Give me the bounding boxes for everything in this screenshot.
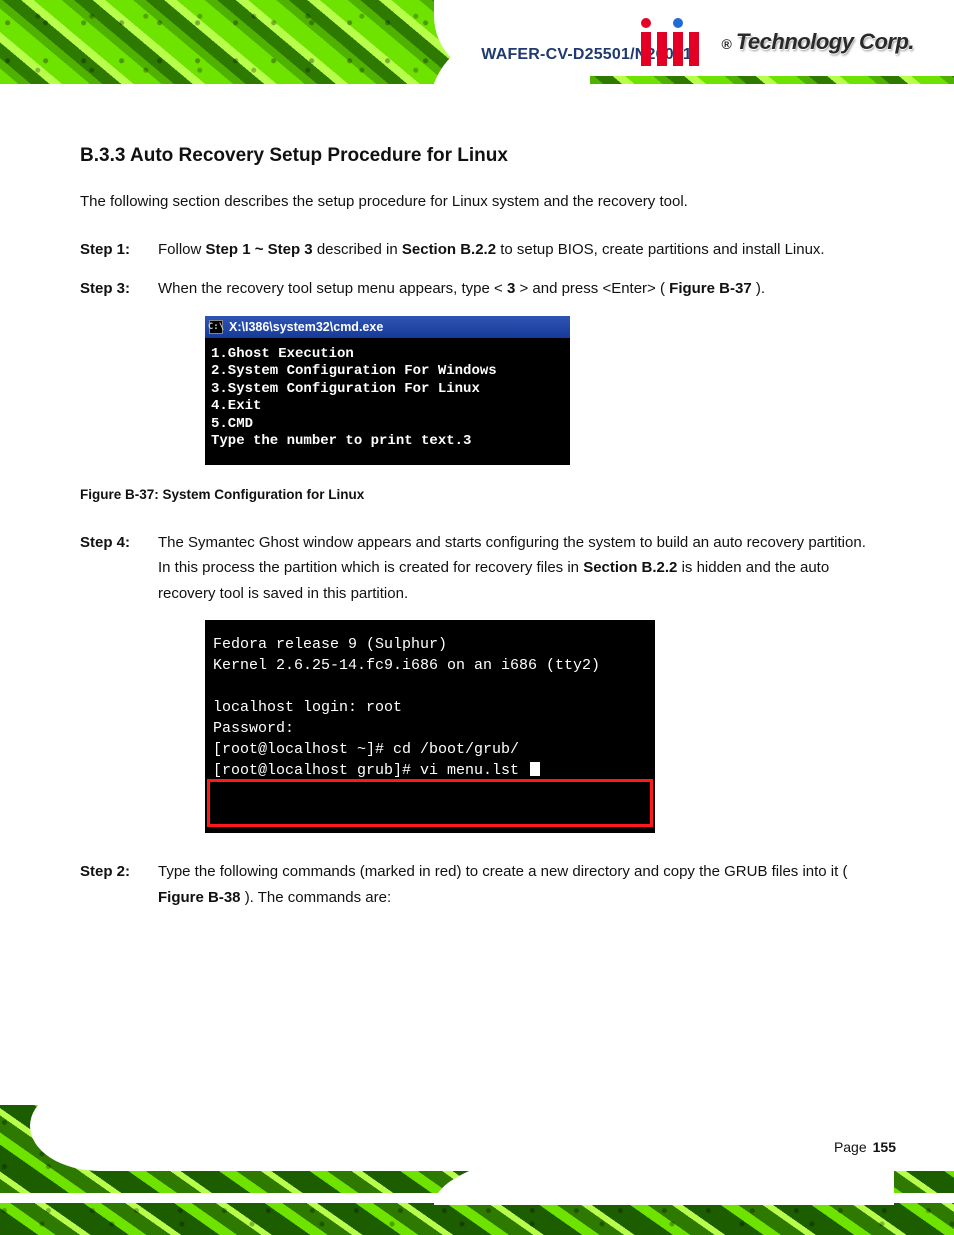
step-1-text: Follow bbox=[158, 241, 206, 258]
step-2: Step 2: Type the following commands (mar… bbox=[80, 859, 874, 910]
cmd-line: 3.System Configuration For Linux bbox=[211, 381, 480, 397]
step-3-text: > and press <Enter> ( bbox=[519, 280, 665, 297]
tty-line: Fedora release 9 (Sulphur) bbox=[213, 636, 447, 653]
step-1-ref-section: Section B.2.2 bbox=[402, 241, 496, 258]
step-1-text: to setup BIOS, create partitions and ins… bbox=[500, 241, 824, 258]
iei-logo-icon bbox=[641, 18, 711, 66]
header-divider bbox=[0, 84, 954, 96]
step-1-label: Step 1: bbox=[80, 237, 148, 263]
cmd-line: 2.System Configuration For Windows bbox=[211, 363, 497, 379]
step-2-figure-ref: Figure B-38 bbox=[158, 889, 241, 906]
red-highlight-box bbox=[207, 779, 653, 827]
cmd-line: 5.CMD bbox=[211, 416, 253, 432]
linux-terminal-screenshot: Fedora release 9 (Sulphur) Kernel 2.6.25… bbox=[205, 620, 655, 833]
section-title-text: Auto Recovery Setup Procedure for Linux bbox=[130, 145, 508, 166]
page-number-value: 155 bbox=[873, 1139, 896, 1155]
step-4: Step 4: The Symantec Ghost window appear… bbox=[80, 530, 874, 607]
step-4-section-ref: Section B.2.2 bbox=[583, 559, 677, 576]
step-3: Step 3: When the recovery tool setup men… bbox=[80, 276, 874, 302]
cmd-line: Type the number to print text.3 bbox=[211, 433, 471, 449]
step-3-key: 3 bbox=[507, 280, 515, 297]
cmd-body: 1.Ghost Execution 2.System Configuration… bbox=[205, 338, 570, 465]
page-label-text: Page bbox=[834, 1139, 867, 1155]
step-1-ref-steps: Step 1 ~ Step 3 bbox=[206, 241, 313, 258]
step-1: Step 1: Follow Step 1 ~ Step 3 described… bbox=[80, 237, 874, 263]
tty-line: [root@localhost grub]# vi menu.lst bbox=[213, 762, 540, 779]
brand-text: Technology Corp. bbox=[736, 31, 914, 53]
cmd-line: 4.Exit bbox=[211, 398, 261, 414]
intro-text: The following section describes the setu… bbox=[80, 189, 688, 215]
tty-line: Password: bbox=[213, 720, 294, 737]
step-2-text: ). The commands are: bbox=[245, 889, 391, 906]
figure-caption-1: Figure B-37: System Configuration for Li… bbox=[80, 487, 874, 502]
tty-line: Kernel 2.6.25-14.fc9.i686 on an i686 (tt… bbox=[213, 657, 600, 674]
tty-line: localhost login: root bbox=[213, 699, 402, 716]
page-content: B.3.3 Auto Recovery Setup Procedure for … bbox=[80, 145, 874, 924]
step-4-label: Step 4: bbox=[80, 530, 148, 607]
cmd-title-path: X:\I386\system32\cmd.exe bbox=[229, 320, 383, 334]
section-heading: B.3.3 Auto Recovery Setup Procedure for … bbox=[80, 145, 874, 167]
step-3-label: Step 3: bbox=[80, 276, 148, 302]
page-header: WAFER-CV-D25501/N26001 ® Technology Corp… bbox=[0, 0, 954, 115]
intro-paragraph: The following section describes the setu… bbox=[80, 189, 874, 215]
page-footer: Page 155 bbox=[0, 1105, 954, 1235]
step-3-text: ). bbox=[756, 280, 765, 297]
step-1-text: described in bbox=[317, 241, 402, 258]
cmd-screenshot: C:\ X:\I386\system32\cmd.exe 1.Ghost Exe… bbox=[205, 316, 570, 465]
page-number: Page 155 bbox=[834, 1139, 896, 1155]
step-3-figure-ref: Figure B-37 bbox=[669, 280, 752, 297]
cmd-titlebar: C:\ X:\I386\system32\cmd.exe bbox=[205, 316, 570, 338]
section-number: B.3.3 bbox=[80, 145, 125, 166]
tty-line: [root@localhost ~]# cd /boot/grub/ bbox=[213, 741, 519, 758]
step-3-text: When the recovery tool setup menu appear… bbox=[158, 280, 503, 297]
brand-block: ® Technology Corp. bbox=[641, 18, 914, 66]
cmd-line: 1.Ghost Execution bbox=[211, 346, 354, 362]
cmd-icon: C:\ bbox=[209, 320, 223, 334]
step-2-label: Step 2: bbox=[80, 859, 148, 910]
registered-symbol: ® bbox=[721, 36, 731, 52]
step-2-text: Type the following commands (marked in r… bbox=[158, 863, 847, 880]
